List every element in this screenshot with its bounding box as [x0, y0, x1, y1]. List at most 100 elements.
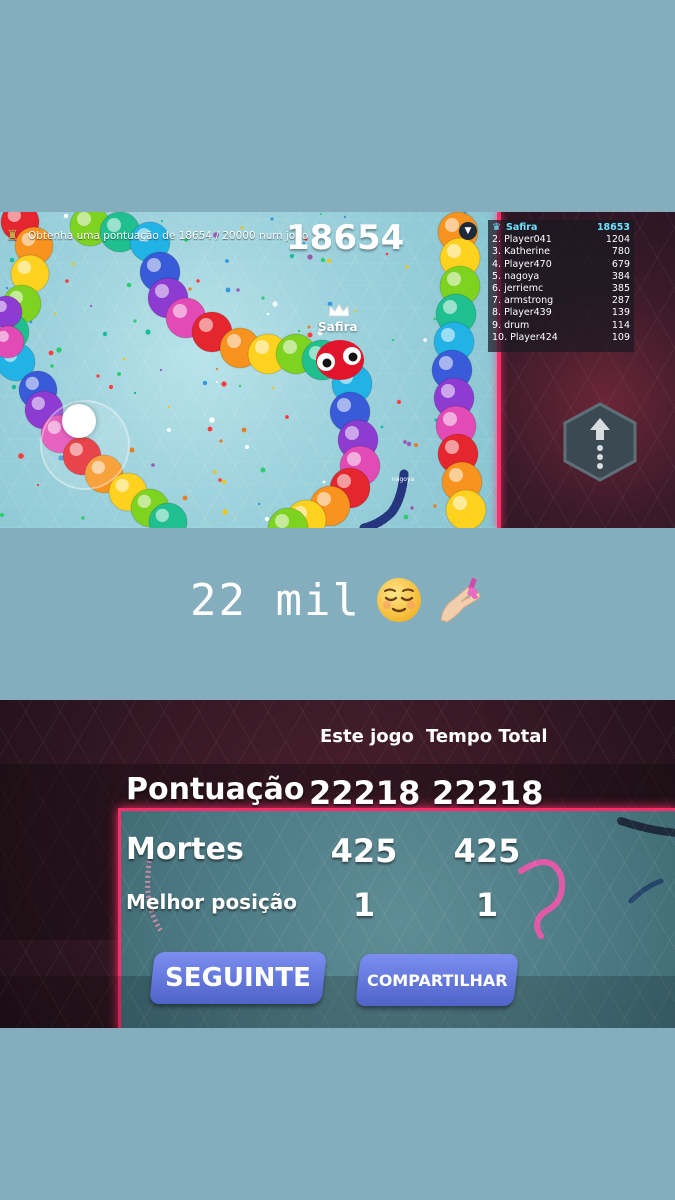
snake-segment-highlight: [441, 328, 455, 342]
deaths-this-game: 425: [330, 832, 398, 870]
leaderboard-name-text: jerriemc: [504, 282, 544, 294]
relieved-face-icon: [376, 578, 421, 622]
current-score: 18654: [286, 218, 405, 258]
food-pellet: [202, 380, 208, 386]
food-pellet: [65, 279, 69, 283]
share-button[interactable]: COMPARTILHAR: [355, 954, 519, 1006]
crown-icon: [328, 302, 350, 317]
food-pellet: [108, 384, 114, 390]
food-pellet: [207, 426, 213, 432]
leaderboard-rank: 2.: [492, 234, 502, 246]
food-pellet: [102, 331, 108, 337]
food-pellet: [241, 427, 247, 433]
trophy-icon: ♜: [6, 228, 19, 244]
boost-button[interactable]: [560, 402, 640, 482]
food-pellet: [270, 217, 274, 221]
snake-segment-highlight: [31, 396, 45, 410]
food-pellet: [50, 364, 54, 368]
food-pellet: [406, 441, 412, 447]
food-pellet: [215, 367, 219, 371]
snake-segment-highlight: [227, 334, 241, 348]
leaderboard-score: 139: [611, 307, 630, 319]
food-pellet: [320, 213, 322, 215]
food-pellet: [423, 338, 427, 342]
story-caption: 22 mil: [0, 570, 675, 630]
leaderboard-rank: 7.: [492, 295, 502, 307]
food-pellet: [261, 296, 265, 300]
food-pellet: [410, 506, 414, 510]
leaderboard-rank: 8.: [492, 307, 502, 319]
leaderboard-score: 780: [611, 246, 630, 258]
food-pellet: [216, 381, 218, 383]
leaderboard-row: 7. armstrong 287: [492, 295, 630, 307]
snake-segment-highlight: [255, 340, 269, 354]
leaderboard-score: 679: [611, 258, 630, 270]
leaderboard-score: 1204: [605, 234, 630, 246]
food-pellet: [126, 282, 132, 288]
snake-segment-highlight: [439, 356, 453, 370]
food-pellet: [81, 516, 85, 520]
leaderboard-score: 18653: [596, 222, 630, 233]
column-this-game: Este jogo: [320, 726, 414, 747]
row-label-deaths: Mortes: [126, 832, 244, 867]
food-pellet: [63, 213, 69, 219]
deaths-total: 425: [453, 832, 521, 870]
leaderboard-score: 287: [611, 295, 630, 307]
chevron-down-icon[interactable]: ▼: [459, 222, 477, 240]
food-pellet: [53, 312, 57, 316]
leaderboard-rank: 4.: [492, 258, 502, 270]
leaderboard-row: 9. drum 114: [492, 320, 630, 332]
food-pellet: [56, 347, 62, 353]
snake-segment-highlight: [137, 494, 151, 508]
food-pellet: [160, 219, 164, 223]
leaderboard-name-text: nagoya: [504, 270, 540, 282]
food-pellet: [403, 440, 407, 444]
leaderboard-player-name: 3. Katherine: [492, 246, 550, 258]
leaderboard-row: ♛ Safira 18653: [492, 222, 630, 234]
food-pellet: [89, 304, 93, 308]
food-pellet: [167, 405, 171, 409]
score-total: 22218: [432, 774, 544, 812]
snake-segment-highlight: [447, 272, 461, 286]
leaderboard-name-text: Player041: [504, 234, 552, 246]
leaderboard-player-name: 6. jerriemc: [492, 283, 543, 295]
food-pellet: [285, 415, 289, 419]
leaderboard-row: 2. Player041 1204: [492, 234, 630, 246]
snake-segment-highlight: [25, 376, 39, 390]
food-pellet: [122, 357, 126, 361]
food-pellet: [264, 516, 270, 522]
food-pellet: [245, 445, 249, 449]
crown-icon: ♛: [492, 222, 501, 233]
leaderboard-name-text: armstrong: [504, 295, 554, 307]
leaderboard-player-name: 8. Player439: [492, 307, 552, 319]
food-pellet: [159, 368, 163, 372]
next-button[interactable]: SEGUINTE: [149, 952, 327, 1004]
food-pellet: [307, 325, 311, 329]
snake-segment-highlight: [443, 412, 457, 426]
food-pellet: [403, 514, 409, 520]
food-pellet: [225, 287, 231, 293]
food-pellet: [9, 257, 15, 263]
leaderboard-rank: 6.: [492, 282, 502, 294]
leaderboard-player-name: 5. nagoya: [492, 271, 539, 283]
snake-segment-highlight: [443, 300, 457, 314]
food-pellet: [36, 483, 40, 487]
leaderboard-row: 3. Katherine 780: [492, 246, 630, 258]
snake-segment-highlight: [173, 304, 187, 318]
share-button-label: COMPARTILHAR: [366, 970, 508, 990]
snake-pupil: [348, 352, 358, 362]
row-label-best-position: Melhor posição: [126, 890, 298, 914]
joystick-knob[interactable]: [62, 404, 96, 438]
food-pellet: [322, 480, 326, 484]
leaderboard-row: 8. Player439 139: [492, 307, 630, 319]
food-pellet: [133, 319, 137, 323]
food-pellet: [405, 265, 409, 269]
snake-segment-highlight: [155, 508, 169, 522]
food-pellet: [167, 428, 171, 432]
leaderboard: ♛ Safira 18653 2. Player041 1204 3. Katherine 78…: [488, 220, 634, 352]
snake-segment-highlight: [449, 468, 463, 482]
food-pellet: [297, 329, 301, 333]
next-button-label: SEGUINTE: [165, 963, 311, 993]
food-pellet: [433, 504, 437, 508]
snake-segment: [445, 489, 487, 528]
